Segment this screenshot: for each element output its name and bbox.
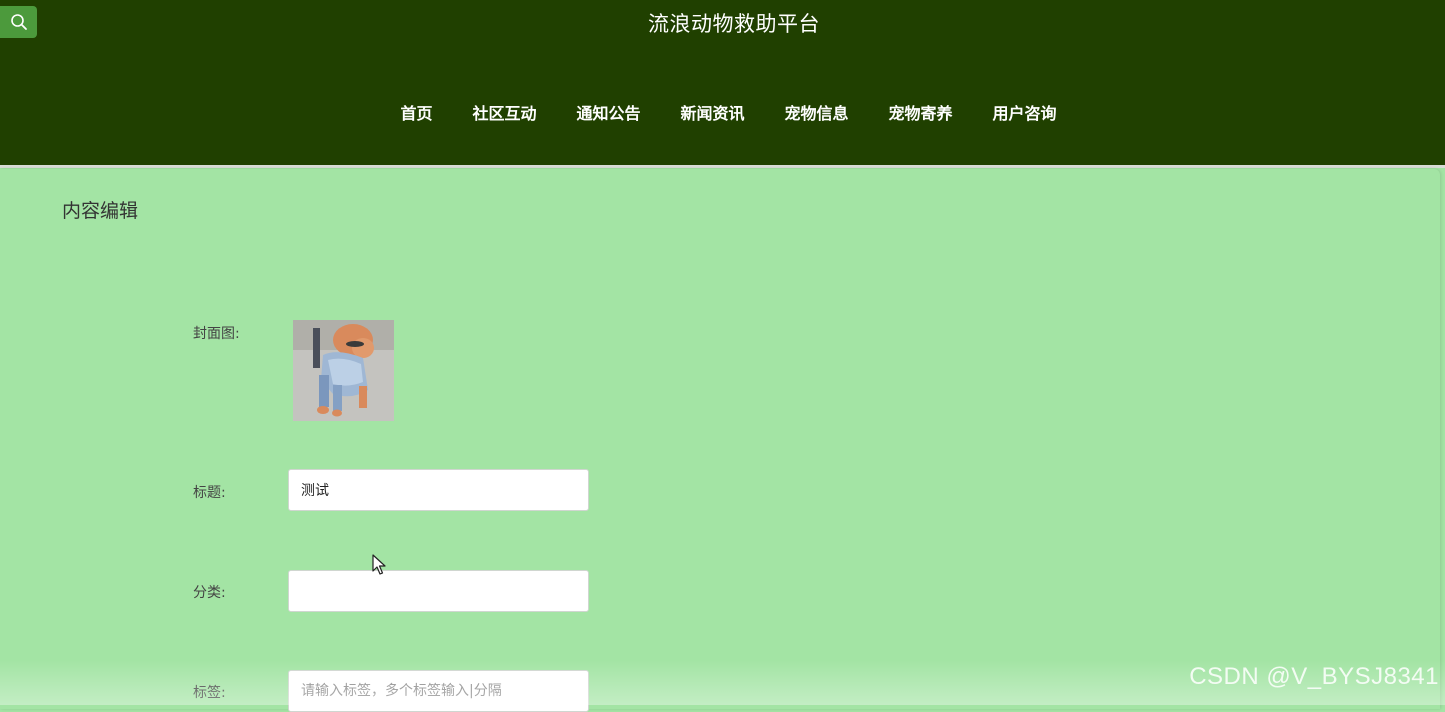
- header-divider: [0, 165, 1445, 168]
- nav-item-pet-foster[interactable]: 宠物寄养: [889, 100, 953, 124]
- nav-item-user-consult[interactable]: 用户咨询: [993, 100, 1057, 124]
- category-input[interactable]: [288, 570, 589, 612]
- title-label: 标题:: [193, 485, 226, 501]
- site-header: 流浪动物救助平台 首页 社区互动 通知公告 新闻资讯 宠物信息 宠物寄养 用户咨…: [0, 0, 1445, 165]
- nav-item-community[interactable]: 社区互动: [472, 100, 536, 124]
- main-nav: 首页 社区互动 通知公告 新闻资讯 宠物信息 宠物寄养 用户咨询: [0, 100, 1445, 124]
- tags-label: 标签:: [193, 685, 226, 701]
- nav-item-pet-info[interactable]: 宠物信息: [785, 100, 849, 124]
- tags-input[interactable]: [288, 670, 589, 712]
- cover-image[interactable]: [293, 320, 394, 421]
- category-label: 分类:: [193, 585, 226, 601]
- site-title: 流浪动物救助平台: [648, 12, 820, 36]
- cover-label: 封面图:: [193, 326, 240, 342]
- content-edit-panel: 内容编辑 封面图: 标题: 分类: 标签:: [0, 169, 1440, 712]
- nav-item-home[interactable]: 首页: [400, 100, 432, 124]
- dog-photo: [293, 320, 394, 421]
- panel-title: 内容编辑: [62, 200, 139, 222]
- title-input[interactable]: [288, 469, 589, 511]
- nav-item-news[interactable]: 新闻资讯: [680, 100, 744, 124]
- nav-item-notices[interactable]: 通知公告: [576, 100, 640, 124]
